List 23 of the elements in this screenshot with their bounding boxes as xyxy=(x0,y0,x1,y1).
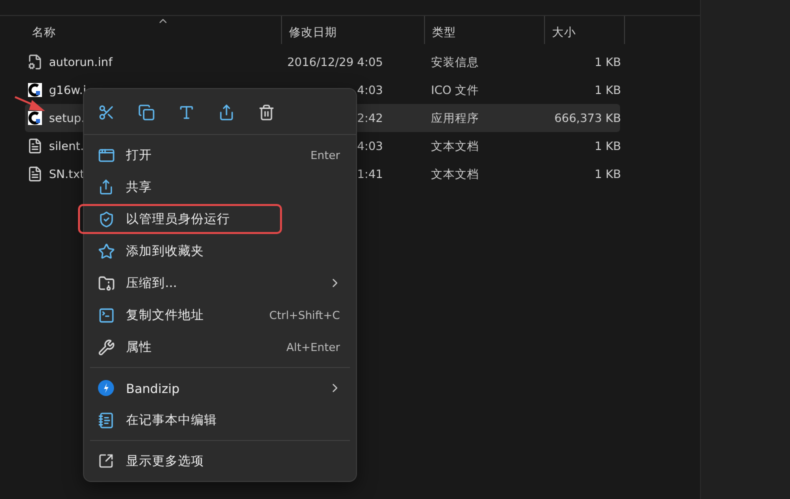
shortcut-text: Alt+Enter xyxy=(286,340,340,354)
file-type: 应用程序 xyxy=(430,110,480,126)
file-name: SN.txt xyxy=(49,167,84,181)
modified-date: 2016/12/29 4:05 xyxy=(287,55,384,69)
modified-date: 1:41 xyxy=(357,167,384,181)
file-type: 文本文档 xyxy=(430,138,480,154)
file-type: 安装信息 xyxy=(430,54,480,70)
modified-date: 4:03 xyxy=(357,139,384,153)
modified-date: 2:42 xyxy=(357,111,384,125)
file-size: 1 KB xyxy=(594,55,622,69)
file-name: autorun.inf xyxy=(49,55,112,69)
file-size: 1 KB xyxy=(594,139,622,153)
file-name: setup. xyxy=(49,111,85,125)
file-name: g16w.i xyxy=(49,83,86,97)
file-name: silent. xyxy=(49,139,84,153)
file-size: 1 KB xyxy=(594,167,622,181)
file-size: 1 KB xyxy=(594,83,622,97)
modified-date: 4:03 xyxy=(357,83,384,97)
file-size: 666,373 KB xyxy=(554,111,622,125)
file-type: ICO 文件 xyxy=(430,82,480,98)
file-type: 文本文档 xyxy=(430,166,480,182)
shortcut-text: Enter xyxy=(310,148,340,162)
shortcut-text: Ctrl+Shift+C xyxy=(269,308,340,322)
